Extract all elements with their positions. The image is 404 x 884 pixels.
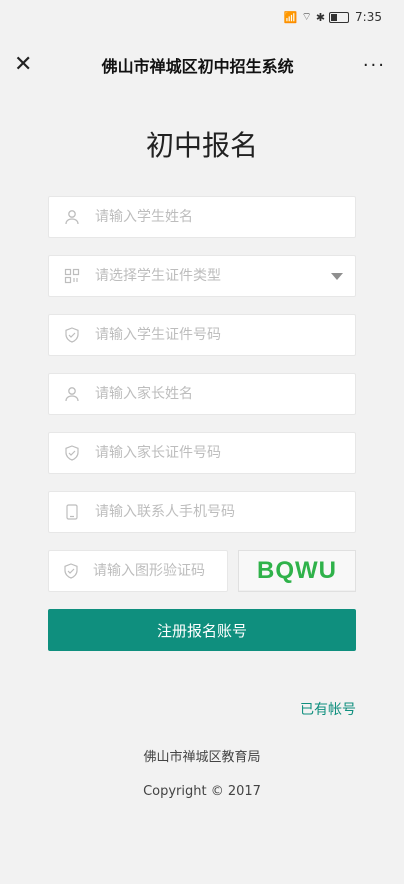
student-name-input[interactable] [93,208,343,226]
captcha-field[interactable] [48,550,269,592]
student-id-type-input[interactable] [93,267,331,285]
user-icon [63,208,81,226]
close-icon[interactable]: ✕ [14,54,32,76]
footer: 佛山市禅城区教育局 Copyright © 2017 [0,741,404,809]
student-id-field[interactable] [48,314,356,356]
student-name-field[interactable] [48,196,356,238]
student-id-input[interactable] [93,326,343,344]
wifi-icon: ⌔ [301,10,312,23]
footer-copyright: Copyright © 2017 [143,784,261,799]
parent-name-field[interactable] [48,373,356,415]
student-id-type-select[interactable] [48,255,356,297]
captcha-image[interactable]: BQWU [238,550,356,592]
shield-icon [63,326,81,344]
status-time: 7:35 [355,10,382,24]
parent-id-input[interactable] [93,444,343,462]
nav-title: 佛山市禅城区初中招生系统 [101,57,294,76]
signal-icon: 📶 [283,10,298,24]
status-icons: 📶 ⌔ ✱ [283,10,350,24]
phone-input[interactable] [93,503,343,521]
phone-field[interactable] [48,491,356,533]
status-bar: 📶 ⌔ ✱ 7:35 [0,0,404,34]
chevron-down-icon[interactable] [331,272,343,280]
phone-icon [63,503,81,521]
parent-name-input[interactable] [93,385,343,403]
shield-icon [63,444,81,462]
registration-form: BQWU 注册报名账号 [48,196,356,651]
page-title: 初中报名 [145,129,258,162]
user-icon [63,385,81,403]
navigation-bar: ✕ 佛山市禅城区初中招生系统 ··· [0,34,404,96]
battery-icon [329,11,350,23]
more-icon[interactable]: ··· [363,55,386,76]
footer-org: 佛山市禅城区教育局 [143,750,261,765]
register-button[interactable]: 注册报名账号 [48,609,356,651]
grid-icon [63,267,81,285]
bluetooth-icon: ✱ [315,10,326,24]
have-account-link[interactable]: 已有帐号 [48,699,356,719]
shield-icon [63,562,79,580]
captcha-row: BQWU [48,550,356,592]
parent-id-field[interactable] [48,432,356,474]
